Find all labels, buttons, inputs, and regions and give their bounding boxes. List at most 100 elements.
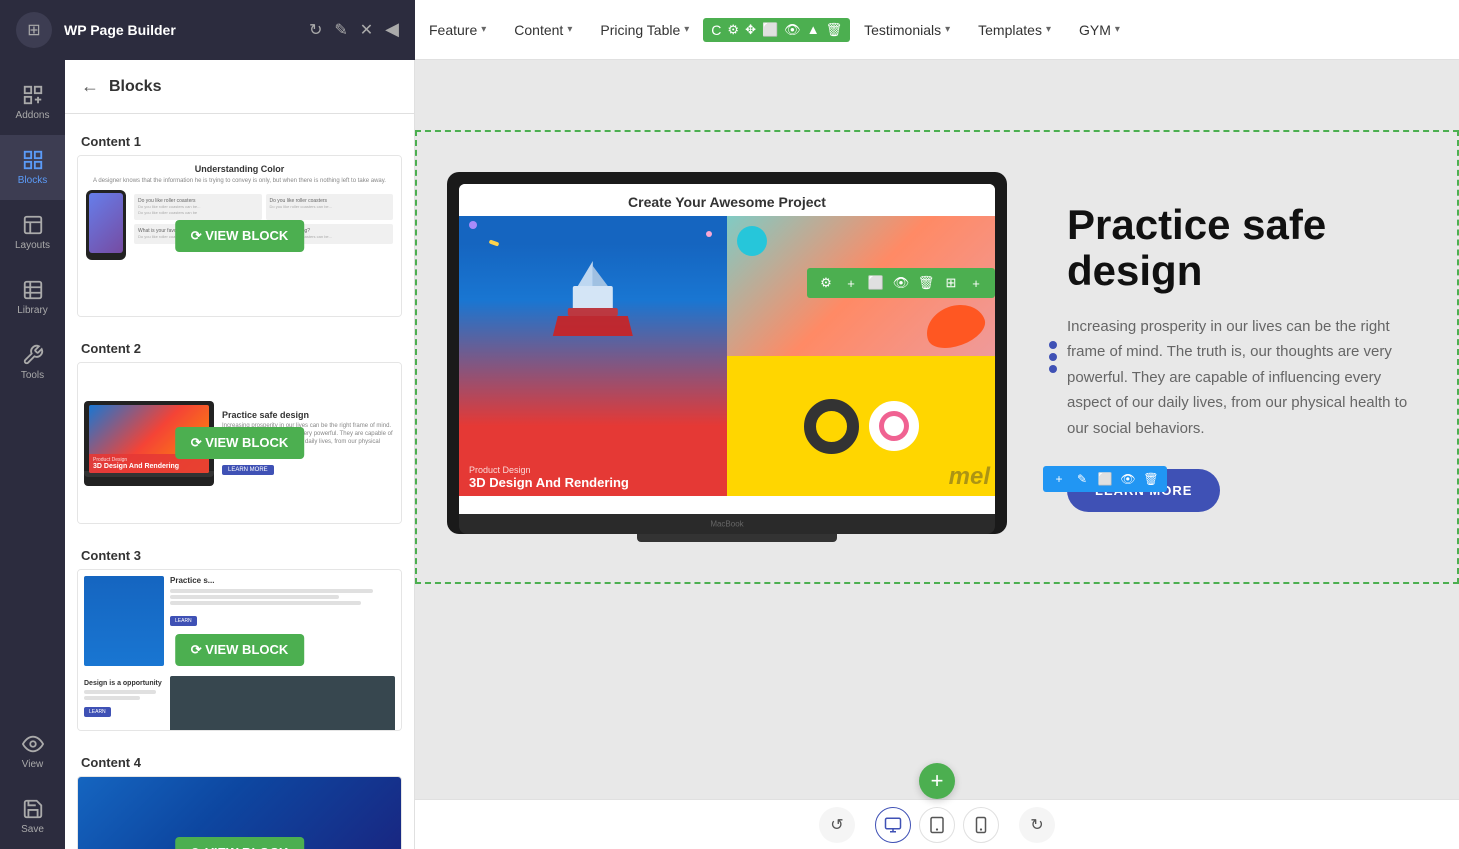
block-preview-2: Product Design 3D Design And Rendering P… (78, 363, 401, 523)
sidebar-item-view[interactable]: View (0, 719, 65, 784)
laptop-mockup: Create Your Awesome Project (447, 172, 1027, 542)
app-title: WP Page Builder (64, 22, 176, 38)
tablet-button[interactable] (919, 807, 955, 843)
blocks-header: ← Blocks (65, 60, 414, 114)
nav-move-icon[interactable]: ✥ (745, 22, 756, 38)
col-add-icon[interactable]: + (1049, 469, 1069, 489)
section-copy-icon[interactable]: ⬜ (865, 272, 887, 294)
bottom-toolbar: ↺ ↻ (415, 799, 1459, 849)
section-heading: Practice safe design (1067, 202, 1427, 294)
blocks-list: Content 1 Understanding Color A designer… (65, 114, 414, 849)
laptop-screen-images: Product Design 3D Design And Rendering (459, 216, 995, 496)
redo-button[interactable]: ↻ (1019, 807, 1055, 843)
nav-up-icon[interactable]: ▲ (807, 22, 820, 37)
sidebar-view-label: View (22, 759, 44, 770)
nav-copy-icon[interactable]: ⬜ (762, 22, 778, 38)
laptop-screen-top: Create Your Awesome Project (459, 184, 995, 216)
section-title-3: Content 3 (77, 540, 402, 569)
block-item-3[interactable]: Practice s... LEARN (77, 569, 402, 731)
sidebar-addons-label: Addons (16, 110, 50, 121)
image-title: 3D Design And Rendering (469, 475, 717, 490)
laptop-stand (637, 534, 837, 542)
nav-testimonials[interactable]: Testimonials ▾ (850, 14, 964, 46)
nav-templates[interactable]: Templates ▾ (964, 14, 1065, 46)
sidebar-library-label: Library (17, 305, 48, 316)
col-toolbar: + ✎ ⬜ 👁 🗑 (1043, 466, 1167, 492)
section-title-4: Content 4 (77, 747, 402, 776)
sidebar-item-layouts[interactable]: Layouts (0, 200, 65, 265)
nav-pricing-table[interactable]: Pricing Table ▾ (586, 14, 703, 46)
canvas-area: ⚙ + ⬜ 👁 🗑 ⊞ + + ✎ ⬜ 👁 🗑 (415, 60, 1459, 849)
sidebar-tools-label: Tools (21, 370, 44, 381)
sidebar-item-save[interactable]: Save (0, 784, 65, 849)
nav-delete-icon[interactable]: 🗑 (826, 22, 843, 38)
redo-group: ↻ (1019, 807, 1055, 843)
section-eye-icon[interactable]: 👁 (890, 272, 912, 294)
laptop-title: Create Your Awesome Project (473, 194, 981, 210)
laptop-img-ship: Product Design 3D Design And Rendering (459, 216, 727, 496)
back-button[interactable]: ← (81, 76, 99, 97)
device-selector-group (875, 807, 999, 843)
selected-section: Create Your Awesome Project (415, 130, 1459, 584)
section-title-1: Content 1 (77, 126, 402, 155)
view-block-btn-2[interactable]: ⟳ VIEW BLOCK (175, 427, 305, 459)
nav-active-label: C (711, 22, 721, 38)
section-content: Create Your Awesome Project (417, 132, 1457, 582)
view-block-btn-1[interactable]: ⟳ VIEW BLOCK (175, 220, 305, 252)
laptop-overlay: Product Design 3D Design And Rendering (459, 459, 727, 496)
section-toolbar: ⚙ + ⬜ 👁 🗑 ⊞ + (807, 268, 995, 298)
sidebar-item-addons[interactable]: Addons (0, 70, 65, 135)
block-item-4[interactable]: ⟳ VIEW BLOCK (77, 776, 402, 849)
chevron-icon: ▾ (945, 24, 950, 35)
refresh-icon[interactable]: ↻ (309, 20, 322, 40)
view-block-btn-4[interactable]: ⟳ VIEW BLOCK (175, 837, 305, 849)
block-preview-3: Practice s... LEARN (78, 570, 401, 730)
chevron-icon: ▾ (567, 24, 572, 35)
nav-eye-icon[interactable]: 👁 (784, 22, 801, 38)
block-item-2[interactable]: Product Design 3D Design And Rendering P… (77, 362, 402, 524)
section-add-icon[interactable]: + (840, 272, 862, 294)
chevron-icon: ▾ (481, 24, 486, 35)
close-icon[interactable]: ✕ (360, 20, 373, 40)
block-item-1[interactable]: Understanding Color A designer knows tha… (77, 155, 402, 317)
nav-settings-icon[interactable]: ⚙ (727, 22, 739, 38)
three-dots (1049, 341, 1057, 373)
sidebar-layouts-label: Layouts (15, 240, 50, 251)
collapse-icon[interactable]: ◀ (385, 19, 399, 40)
icon-sidebar: Addons Blocks Layouts Library Tools View (0, 60, 65, 849)
chevron-icon: ▾ (684, 24, 689, 35)
mobile-button[interactable] (963, 807, 999, 843)
section-layout-icon[interactable]: ⊞ (940, 272, 962, 294)
nav-content[interactable]: Content ▾ (500, 14, 586, 46)
add-section-button[interactable]: + (919, 763, 955, 799)
image-subtitle: Product Design (469, 465, 717, 475)
view-block-btn-3[interactable]: ⟳ VIEW BLOCK (175, 634, 305, 666)
nav-active-item: C ⚙ ✥ ⬜ 👁 ▲ 🗑 (703, 18, 850, 42)
col-copy-icon[interactable]: ⬜ (1095, 469, 1115, 489)
undo-button[interactable]: ↺ (819, 807, 855, 843)
block-preview-1: Understanding Color A designer knows tha… (78, 156, 401, 316)
sidebar-item-blocks[interactable]: Blocks (0, 135, 65, 200)
blocks-title: Blocks (109, 78, 161, 96)
bottom-tool-group: ↺ (819, 807, 855, 843)
col-edit-icon[interactable]: ✎ (1072, 469, 1092, 489)
edit-icon[interactable]: ✎ (334, 20, 347, 40)
col-eye-icon[interactable]: 👁 (1118, 469, 1138, 489)
laptop-img-bottom-right: mel (727, 356, 995, 496)
app-logo: ⊞ (16, 12, 52, 48)
section-title-2: Content 2 (77, 333, 402, 362)
nav-feature[interactable]: Feature ▾ (415, 14, 500, 46)
desktop-button[interactable] (875, 807, 911, 843)
sidebar-item-library[interactable]: Library (0, 265, 65, 330)
section-body: Increasing prosperity in our lives can b… (1067, 314, 1427, 442)
section-delete-icon[interactable]: 🗑 (915, 272, 937, 294)
sidebar-item-tools[interactable]: Tools (0, 330, 65, 395)
chevron-icon: ▾ (1115, 24, 1120, 35)
chevron-icon: ▾ (1046, 24, 1051, 35)
nav-gym[interactable]: GYM ▾ (1065, 14, 1134, 46)
sidebar-blocks-label: Blocks (18, 175, 47, 186)
col-delete-icon[interactable]: 🗑 (1141, 469, 1161, 489)
blocks-panel: ← Blocks Content 1 Understanding Color A… (65, 60, 415, 849)
section-expand-icon[interactable]: + (965, 272, 987, 294)
section-settings-icon[interactable]: ⚙ (815, 272, 837, 294)
